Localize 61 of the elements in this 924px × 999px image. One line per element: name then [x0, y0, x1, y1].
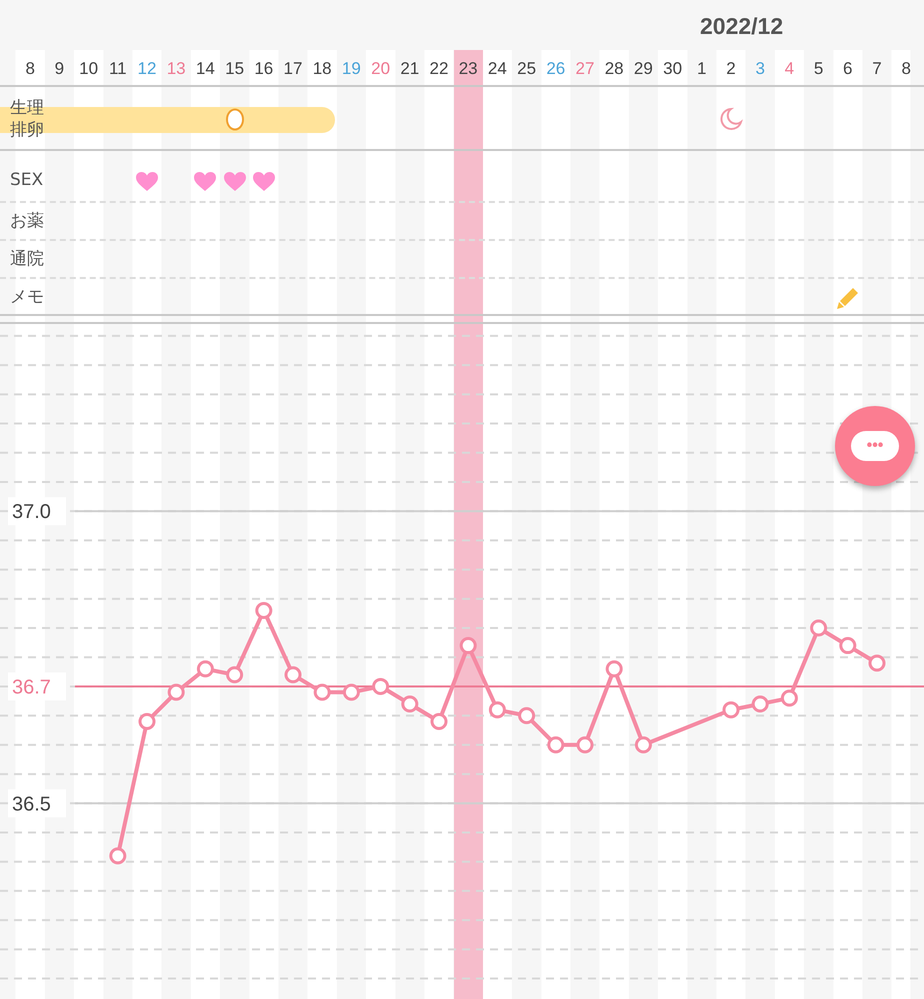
day-label[interactable]: 2: [716, 50, 746, 85]
month-title: 2022/12: [700, 13, 784, 40]
cover-line-label: 36.7: [12, 676, 51, 698]
temperature-point[interactable]: [342, 684, 360, 701]
temperature-point[interactable]: [401, 695, 418, 712]
day-label[interactable]: 28: [600, 50, 629, 85]
day-label[interactable]: 21: [395, 50, 424, 85]
axis-label: 36.5: [12, 793, 51, 816]
day-label[interactable]: 15: [220, 50, 250, 85]
temperature-point[interactable]: [839, 637, 856, 654]
heart-icon[interactable]: [136, 172, 158, 191]
day-label[interactable]: 25: [512, 50, 542, 85]
heart-icon[interactable]: [194, 172, 216, 191]
row-label: SEX: [10, 169, 44, 191]
temperature-point[interactable]: [226, 666, 244, 684]
row-label: メモ: [10, 286, 44, 308]
day-label[interactable]: 30: [658, 50, 688, 85]
temperature-point[interactable]: [868, 654, 886, 672]
row-label: お薬: [10, 210, 44, 232]
temperature-point[interactable]: [780, 690, 798, 707]
day-label[interactable]: 7: [862, 50, 892, 85]
day-label[interactable]: 22: [424, 50, 454, 85]
temperature-point[interactable]: [606, 660, 623, 678]
temperature-point[interactable]: [196, 660, 214, 678]
temperature-point[interactable]: [430, 713, 448, 730]
temperature-point[interactable]: [547, 736, 564, 754]
temperature-point[interactable]: [518, 707, 536, 724]
day-label[interactable]: 9: [44, 50, 74, 85]
temperature-point[interactable]: [284, 666, 302, 684]
heart-icon[interactable]: [252, 172, 275, 191]
day-label[interactable]: 8: [16, 50, 45, 85]
day-label[interactable]: 5: [804, 50, 834, 85]
temperature-point[interactable]: [576, 736, 594, 754]
temperature-point[interactable]: [168, 684, 185, 701]
temperature-point[interactable]: [752, 695, 769, 712]
day-label[interactable]: 18: [308, 50, 337, 85]
temperature-point[interactable]: [314, 684, 331, 701]
day-label[interactable]: 11: [103, 50, 132, 85]
day-label[interactable]: 29: [628, 50, 658, 85]
day-label[interactable]: 10: [74, 50, 104, 85]
axis-label: 37.0: [12, 501, 51, 524]
heart-icon[interactable]: [224, 172, 246, 191]
temperature-point[interactable]: [634, 736, 652, 754]
temperature-point[interactable]: [255, 602, 272, 619]
day-label[interactable]: 1: [687, 50, 716, 85]
temperature-point[interactable]: [138, 713, 156, 730]
temperature-point[interactable]: [372, 678, 390, 695]
temperature-point[interactable]: [460, 637, 477, 654]
crescent-moon-icon[interactable]: [719, 107, 743, 131]
temperature-point[interactable]: [810, 620, 828, 637]
day-label[interactable]: 8: [892, 50, 921, 85]
temperature-point[interactable]: [722, 701, 740, 718]
row-label: 通院: [10, 248, 44, 270]
day-label[interactable]: 24: [482, 50, 512, 85]
pencil-icon[interactable]: [836, 286, 860, 310]
temperature-point[interactable]: [488, 701, 506, 718]
day-label[interactable]: 16: [249, 50, 278, 85]
day-label[interactable]: 6: [833, 50, 862, 85]
day-label[interactable]: 17: [278, 50, 308, 85]
day-label[interactable]: 14: [190, 50, 220, 85]
temperature-point[interactable]: [109, 847, 126, 864]
